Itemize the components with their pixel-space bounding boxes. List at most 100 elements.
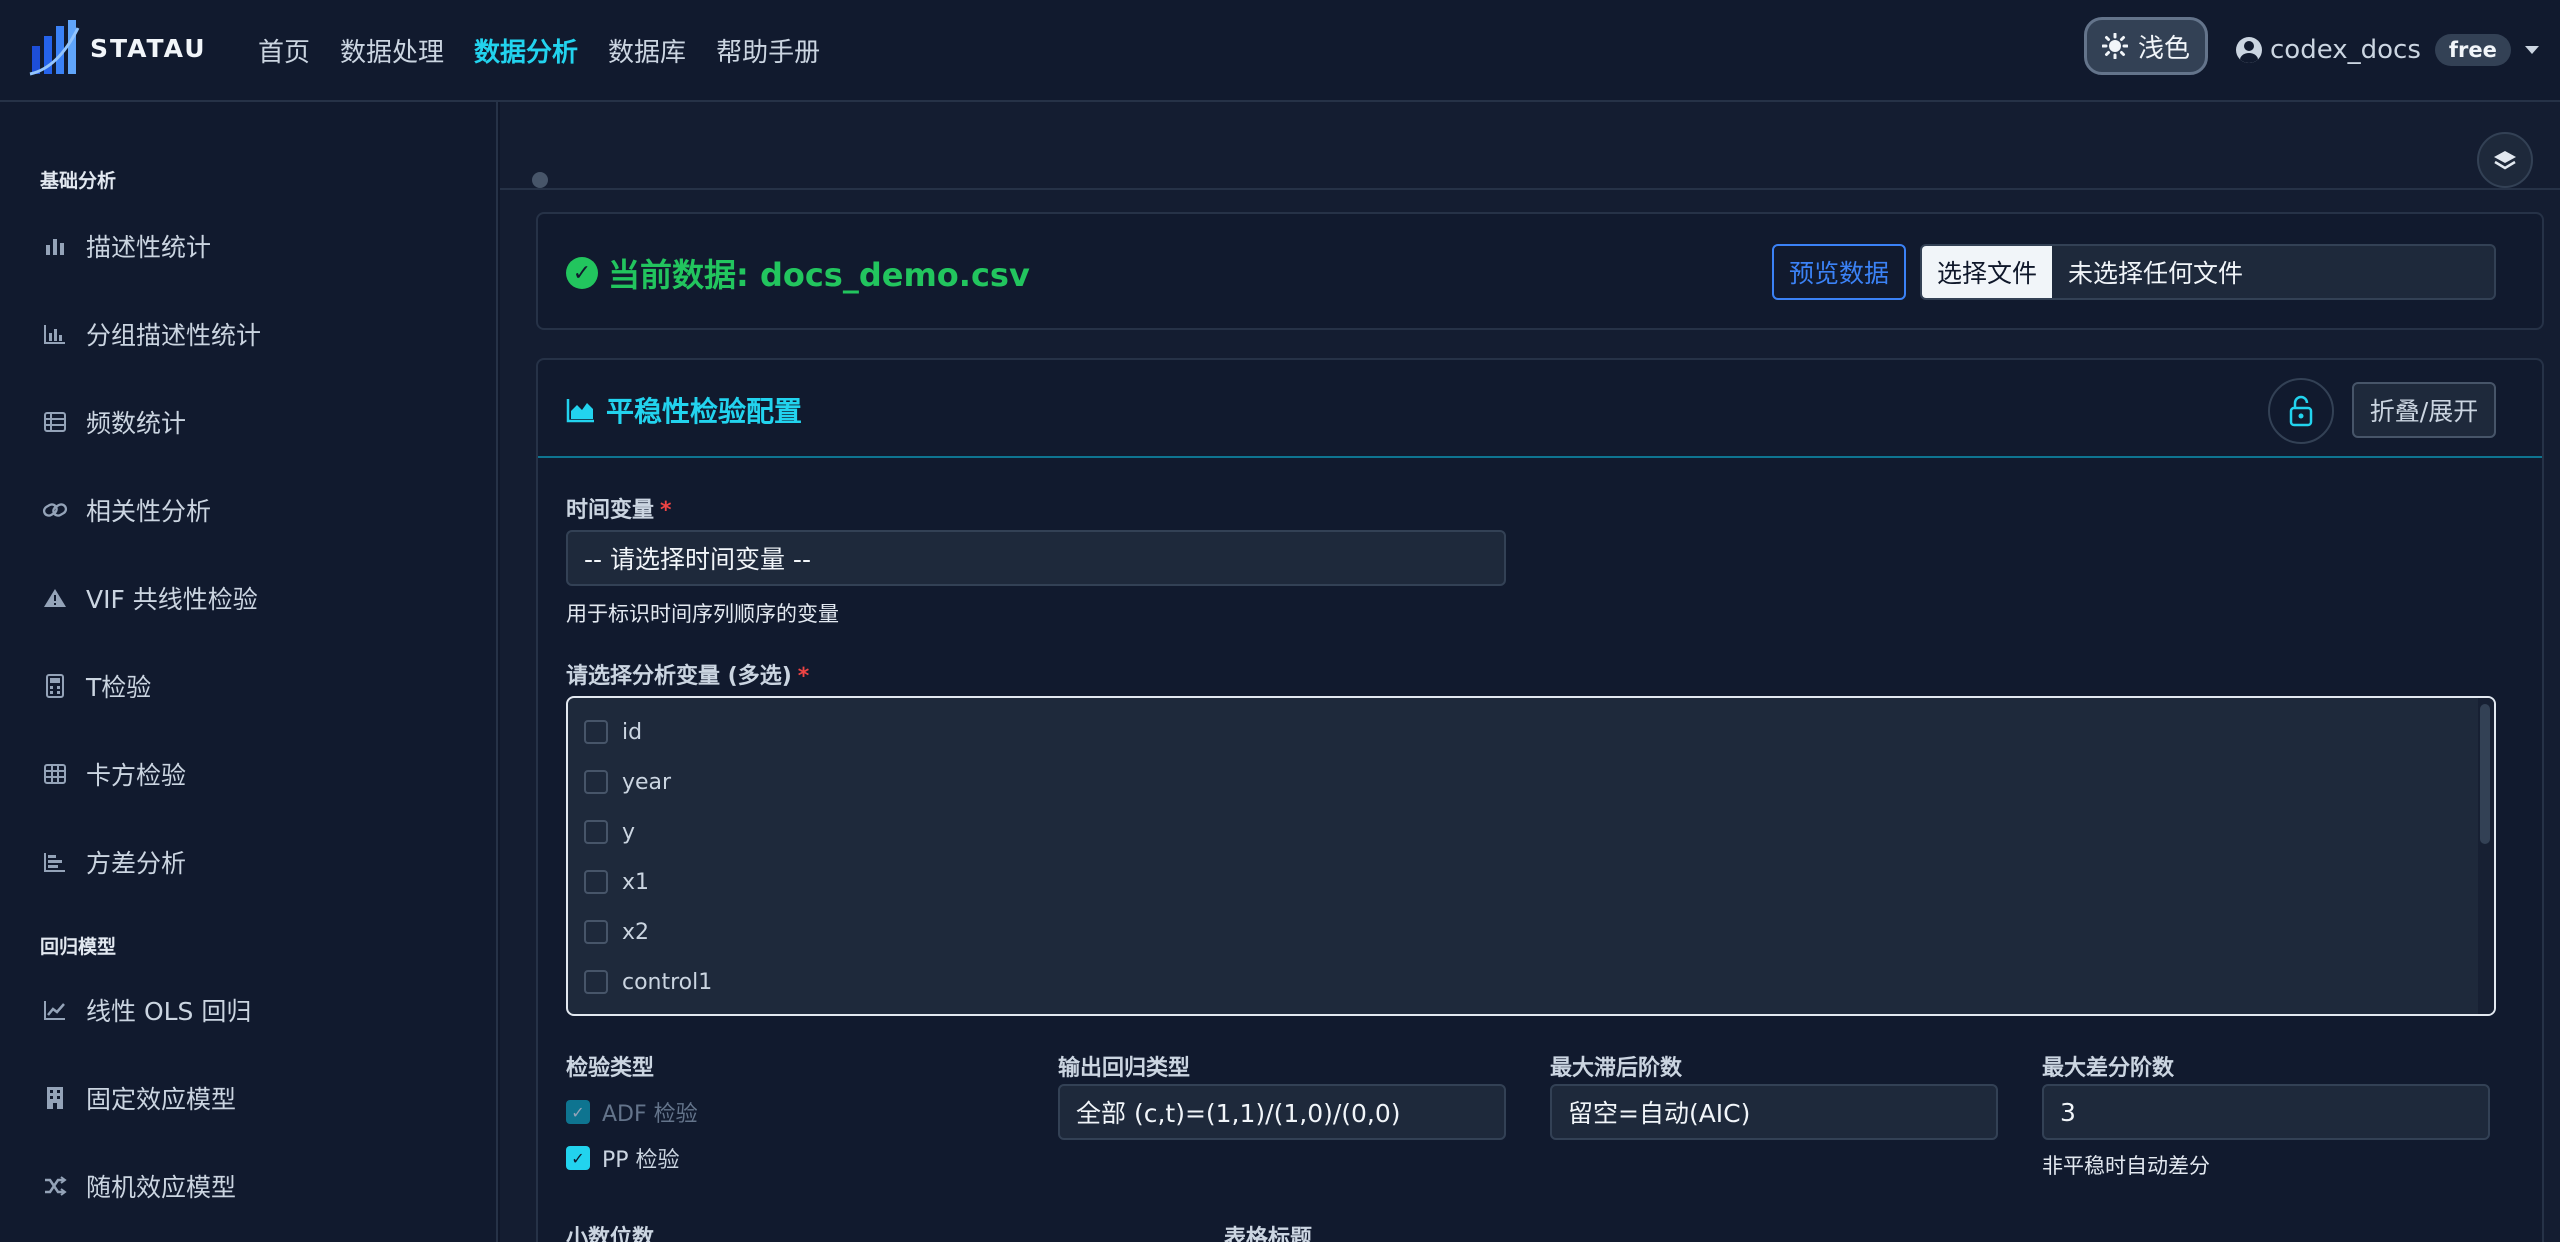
sidebar-item-label: 描述性统计 bbox=[86, 233, 212, 262]
vars-label: 请选择分析变量 (多选) * bbox=[566, 658, 809, 690]
checkbox-checked[interactable]: ✓ bbox=[566, 1146, 590, 1170]
check-circle-icon: ✓ bbox=[566, 257, 598, 289]
user-menu[interactable]: codex_docs free bbox=[2236, 28, 2539, 72]
var-option-label: control1 bbox=[622, 969, 713, 995]
required-mark: * bbox=[660, 498, 672, 523]
max-diff-help: 非平稳时自动差分 bbox=[2042, 1154, 2210, 1178]
sidebar-item-group-descriptive[interactable]: 分组描述性统计 bbox=[42, 310, 261, 358]
checkbox[interactable] bbox=[584, 720, 608, 744]
table-icon bbox=[42, 409, 68, 435]
var-option-x2[interactable]: x2 bbox=[584, 912, 649, 952]
layers-icon bbox=[2494, 151, 2516, 170]
var-option-id[interactable]: id bbox=[584, 712, 642, 752]
var-option-year[interactable]: year bbox=[584, 762, 671, 802]
nav-help-manual[interactable]: 帮助手册 bbox=[716, 32, 820, 69]
calculator-icon bbox=[42, 673, 68, 699]
sidebar-item-descriptive[interactable]: 描述性统计 bbox=[42, 222, 211, 270]
building-icon bbox=[42, 1085, 68, 1111]
sidebar-item-fixed-effects[interactable]: 固定效应模型 bbox=[42, 1074, 236, 1122]
max-diff-label: 最大差分阶数 bbox=[2042, 1056, 2175, 1081]
time-var-help: 用于标识时间序列顺序的变量 bbox=[566, 602, 839, 626]
sidebar-item-t-test[interactable]: T检验 bbox=[42, 662, 151, 710]
theme-toggle-label: 浅色 bbox=[2137, 33, 2190, 64]
sidebar-item-anova[interactable]: 方差分析 bbox=[42, 838, 186, 886]
main-content: ✓ 当前数据: docs_demo.csv 预览数据 选择文件 未选择任何文件 … bbox=[500, 102, 2560, 1242]
table-title-label: 表格标题 bbox=[1224, 1226, 1313, 1242]
regression-type-select[interactable]: 全部 (c,t)=(1,1)/(1,0)/(0,0) bbox=[1058, 1084, 1506, 1140]
sidebar-item-random-effects[interactable]: 随机效应模型 bbox=[42, 1162, 236, 1210]
fold-expand-button[interactable]: 折叠/展开 bbox=[2352, 382, 2496, 438]
status-dot bbox=[532, 172, 548, 188]
config-header: 平稳性检验配置 折叠/展开 bbox=[538, 360, 2542, 458]
nav-data-processing[interactable]: 数据处理 bbox=[340, 32, 444, 69]
var-option-y[interactable]: y bbox=[584, 812, 635, 852]
sidebar-item-label: 固定效应模型 bbox=[86, 1085, 237, 1114]
theme-toggle-button[interactable]: 浅色 bbox=[2084, 17, 2208, 75]
pp-test-option[interactable]: ✓ PP 检验 bbox=[566, 1142, 680, 1174]
sidebar-item-vif[interactable]: VIF 共线性检验 bbox=[42, 574, 258, 622]
var-option-x1[interactable]: x1 bbox=[584, 862, 649, 902]
warning-icon bbox=[42, 585, 68, 611]
checkbox[interactable] bbox=[584, 970, 608, 994]
var-option-control1[interactable]: control1 bbox=[584, 962, 712, 1002]
var-option-label: x1 bbox=[622, 869, 650, 895]
grouped-bar-chart-icon bbox=[42, 321, 68, 347]
area-chart-icon bbox=[566, 399, 594, 423]
max-lag-input[interactable]: 留空=自动(AIC) bbox=[1550, 1084, 1998, 1140]
file-input[interactable]: 选择文件 未选择任何文件 bbox=[1920, 244, 2496, 300]
time-var-label: 时间变量 * bbox=[566, 492, 672, 524]
unlock-button[interactable] bbox=[2268, 378, 2334, 444]
sidebar-item-ols[interactable]: 线性 OLS 回归 bbox=[42, 986, 251, 1034]
regression-type-label: 输出回归类型 bbox=[1058, 1056, 1191, 1081]
link-icon bbox=[42, 497, 68, 523]
nav-home[interactable]: 首页 bbox=[258, 32, 310, 69]
shuffle-icon bbox=[42, 1173, 68, 1199]
current-data-label: 当前数据: docs_demo.csv bbox=[608, 256, 1030, 294]
time-var-label-text: 时间变量 bbox=[566, 498, 655, 523]
sidebar-item-correlation[interactable]: 相关性分析 bbox=[42, 486, 211, 534]
sidebar-section-basic: 基础分析 bbox=[40, 170, 117, 192]
scrollbar-thumb[interactable] bbox=[2480, 704, 2490, 844]
preview-data-button[interactable]: 预览数据 bbox=[1772, 244, 1906, 300]
choose-file-button[interactable]: 选择文件 bbox=[1922, 246, 2052, 298]
current-data-card: ✓ 当前数据: docs_demo.csv 预览数据 选择文件 未选择任何文件 bbox=[536, 212, 2544, 330]
var-option-label: year bbox=[622, 769, 672, 795]
nav-data-analysis[interactable]: 数据分析 bbox=[474, 32, 578, 69]
username: codex_docs bbox=[2270, 35, 2421, 65]
top-navbar: STATAU 首页 数据处理 数据分析 数据库 帮助手册 浅色 codex_do… bbox=[0, 0, 2560, 102]
chevron-down-icon[interactable] bbox=[2524, 46, 2539, 54]
plan-badge: free bbox=[2434, 34, 2511, 66]
sun-icon bbox=[2101, 33, 2128, 59]
checkbox[interactable] bbox=[584, 870, 608, 894]
sidebar-item-frequency[interactable]: 频数统计 bbox=[42, 398, 186, 446]
main-nav: 首页 数据处理 数据分析 数据库 帮助手册 bbox=[258, 0, 850, 100]
top-strip bbox=[500, 102, 2560, 190]
sidebar-item-chi-square[interactable]: 卡方检验 bbox=[42, 750, 186, 798]
brand-logo[interactable]: STATAU bbox=[28, 18, 207, 78]
var-option-label: id bbox=[622, 719, 643, 745]
var-option-label: x2 bbox=[622, 919, 650, 945]
checkbox[interactable] bbox=[584, 820, 608, 844]
checkbox[interactable] bbox=[584, 770, 608, 794]
adf-test-option: ✓ ADF 检验 bbox=[566, 1096, 698, 1128]
checkbox[interactable] bbox=[584, 920, 608, 944]
max-diff-input[interactable]: 3 bbox=[2042, 1084, 2490, 1140]
bar-chart-icon bbox=[42, 233, 68, 259]
decimals-label: 小数位数 bbox=[566, 1226, 655, 1242]
stationarity-config-card: 平稳性检验配置 折叠/展开 时间变量 * -- 请选择时间变量 -- 用于标识时间… bbox=[536, 358, 2544, 1242]
sidebar-item-label: 相关性分析 bbox=[86, 497, 212, 526]
required-mark: * bbox=[797, 664, 810, 689]
time-var-select[interactable]: -- 请选择时间变量 -- bbox=[566, 530, 1506, 586]
vars-multiselect[interactable]: id year y x1 x2 control1 bbox=[566, 696, 2496, 1016]
sidebar-item-label: 随机效应模型 bbox=[86, 1173, 237, 1202]
grid-icon bbox=[42, 761, 68, 787]
nav-database[interactable]: 数据库 bbox=[608, 32, 686, 69]
line-chart-icon bbox=[42, 997, 68, 1023]
config-title: 平稳性检验配置 bbox=[566, 390, 802, 430]
layers-button[interactable] bbox=[2477, 132, 2533, 188]
pp-test-label: PP 检验 bbox=[602, 1148, 680, 1173]
sidebar: 基础分析 描述性统计 分组描述性统计 频数统计 相关性分析 VIF 共线性检验 bbox=[0, 102, 498, 1242]
sidebar-item-label: 线性 OLS 回归 bbox=[86, 997, 252, 1026]
sidebar-item-label: 卡方检验 bbox=[86, 761, 187, 790]
test-type-label: 检验类型 bbox=[566, 1056, 655, 1081]
